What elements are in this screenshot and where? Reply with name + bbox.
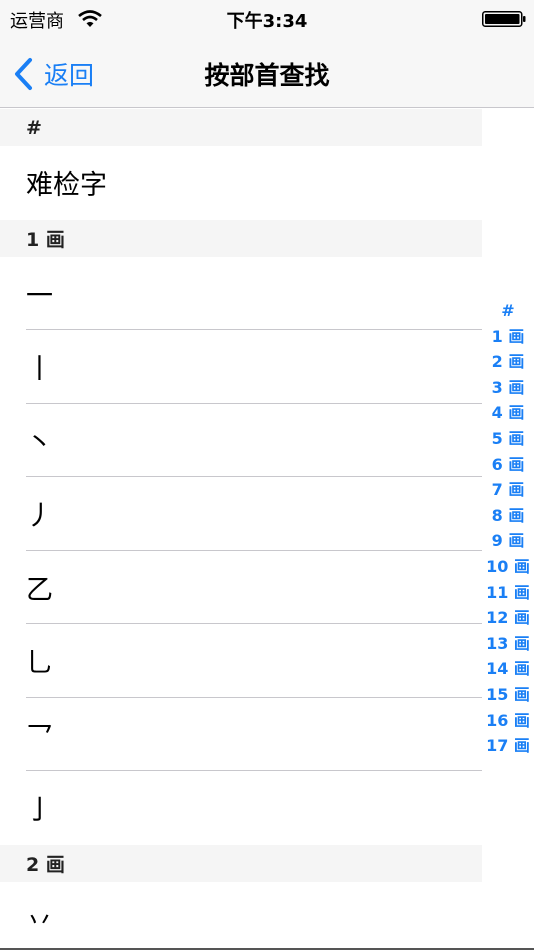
index-item-13[interactable]: 13 画: [484, 631, 532, 657]
index-item-15[interactable]: 15 画: [484, 682, 532, 708]
index-item-8[interactable]: 8 画: [484, 503, 532, 529]
index-item-3[interactable]: 3 画: [484, 375, 532, 401]
index-item-7[interactable]: 7 画: [484, 477, 532, 503]
list-item[interactable]: 乙: [0, 551, 482, 625]
index-item-5[interactable]: 5 画: [484, 426, 532, 452]
status-time: 下午3:34: [226, 11, 308, 32]
section-header: #: [0, 109, 482, 146]
index-item-1[interactable]: 1 画: [484, 324, 532, 350]
index-item-12[interactable]: 12 画: [484, 605, 532, 631]
section-index-bar[interactable]: # 1 画 2 画 3 画 4 画 5 画 6 画 7 画 8 画 9 画 10…: [484, 298, 532, 759]
index-item-16[interactable]: 16 画: [484, 708, 532, 734]
list-item[interactable]: 难检字: [0, 146, 482, 220]
index-item-10[interactable]: 10 画: [484, 554, 532, 580]
index-item-14[interactable]: 14 画: [484, 656, 532, 682]
status-bar: 运营商 下午3:34: [0, 0, 534, 40]
list-item[interactable]: 一: [0, 257, 482, 331]
index-item-hash[interactable]: #: [484, 298, 532, 324]
index-item-4[interactable]: 4 画: [484, 400, 532, 426]
list-item[interactable]: 亅: [0, 771, 482, 845]
list-item[interactable]: 丿: [0, 477, 482, 551]
index-item-2[interactable]: 2 画: [484, 349, 532, 375]
list-item[interactable]: 丶: [0, 404, 482, 478]
radical-list: # 难检字 1 画 一 丨 丶 丿 乙 乚 乛 亅 2 画 丷: [0, 109, 482, 950]
section-header: 2 画: [0, 844, 482, 882]
index-item-11[interactable]: 11 画: [484, 580, 532, 606]
list-item[interactable]: 乛: [0, 698, 482, 772]
list-item[interactable]: 乚: [0, 624, 482, 698]
index-item-6[interactable]: 6 画: [484, 452, 532, 478]
list-item[interactable]: 丷: [0, 882, 482, 950]
navigation-bar: 返回 按部首查找: [0, 40, 534, 108]
index-item-17[interactable]: 17 画: [484, 733, 532, 759]
list-item[interactable]: 丨: [0, 330, 482, 404]
battery-icon: [482, 11, 526, 27]
page-title: 按部首查找: [204, 61, 330, 90]
section-header: 1 画: [0, 219, 482, 257]
index-item-9[interactable]: 9 画: [484, 528, 532, 554]
